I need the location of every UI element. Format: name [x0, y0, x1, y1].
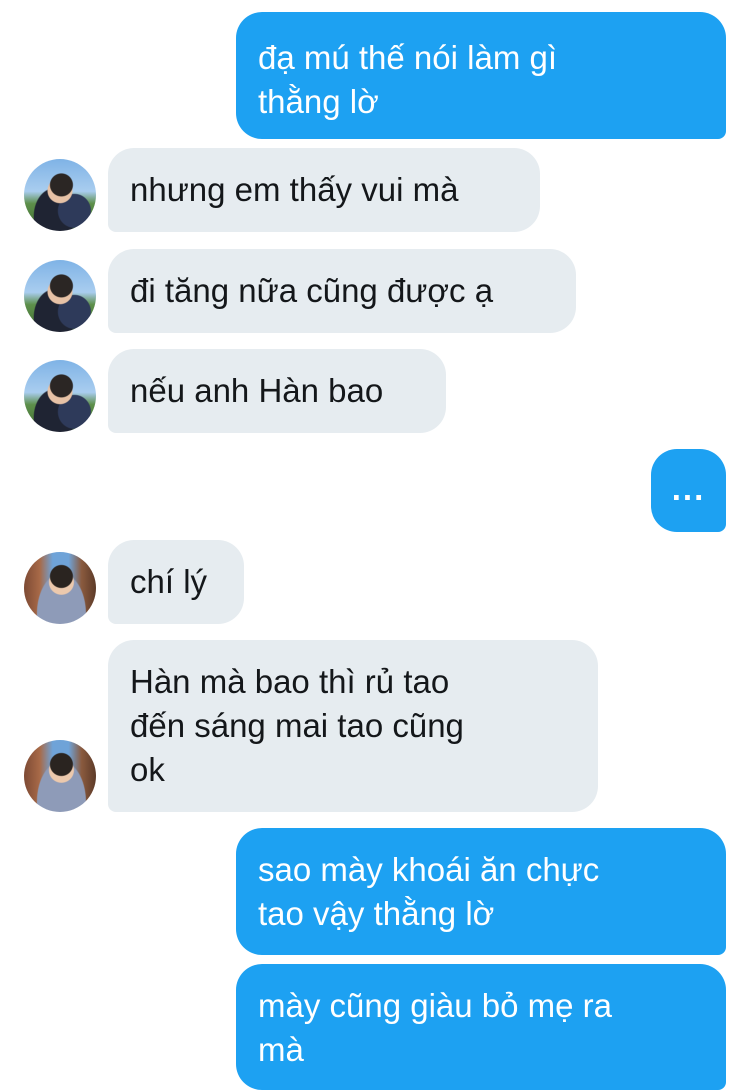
user-avatar[interactable]	[24, 260, 96, 332]
chat-thread: đạ mú thế nói làm gì thằng lờ nhưng em t…	[0, 0, 750, 1090]
outgoing-message-bubble[interactable]: đạ mú thế nói làm gì thằng lờ	[236, 12, 726, 139]
incoming-message-bubble[interactable]: nhưng em thấy vui mà	[108, 148, 540, 232]
outgoing-message-bubble[interactable]: sao mày khoái ăn chực tao vậy thằng lờ	[236, 828, 726, 955]
outgoing-message-bubble[interactable]: mày cũng giàu bỏ mẹ ra mà	[236, 964, 726, 1090]
user-avatar[interactable]	[24, 159, 96, 231]
user-avatar[interactable]	[24, 360, 96, 432]
outgoing-message-bubble[interactable]: ...	[651, 449, 726, 532]
incoming-message-bubble[interactable]: Hàn mà bao thì rủ tao đến sáng mai tao c…	[108, 640, 598, 812]
incoming-message-bubble[interactable]: chí lý	[108, 540, 244, 624]
user-avatar[interactable]	[24, 740, 96, 812]
user-avatar[interactable]	[24, 552, 96, 624]
incoming-message-bubble[interactable]: đi tăng nữa cũng được ạ	[108, 249, 576, 333]
incoming-message-bubble[interactable]: nếu anh Hàn bao	[108, 349, 446, 433]
